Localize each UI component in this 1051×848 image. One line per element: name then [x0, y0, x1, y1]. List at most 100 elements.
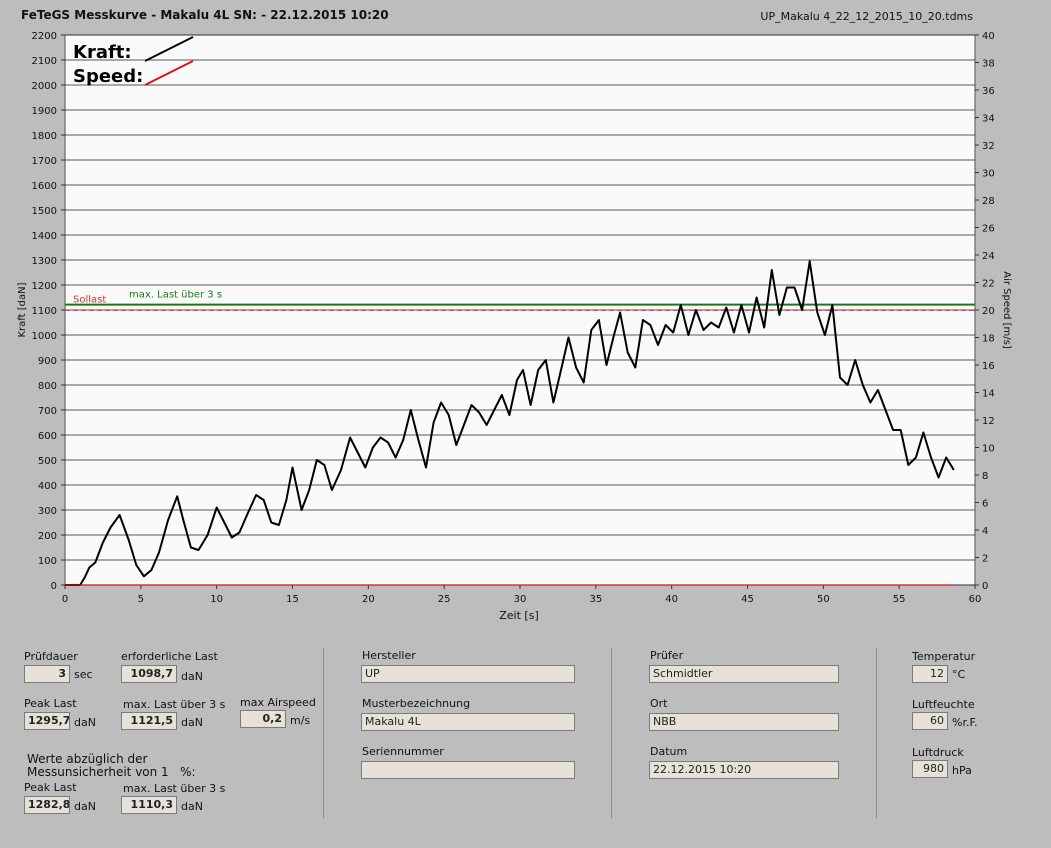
ort-field: NBB [649, 713, 839, 731]
luftdruck-value: 980 [912, 760, 948, 778]
x-tick-label: 25 [438, 594, 451, 605]
y2-tick-label: 18 [982, 334, 995, 345]
peak-last-corrected-value: 1282,8 [24, 796, 70, 814]
max-last-corrected-label: max. Last über 3 s [123, 782, 226, 795]
y2-tick-label: 40 [982, 31, 995, 42]
x-tick-label: 55 [893, 594, 906, 605]
temperatur-value: 12 [912, 665, 948, 683]
pruefdauer-value: 3 [24, 665, 70, 683]
pruefdauer-unit: sec [74, 668, 93, 681]
musterbezeichnung-field: Makalu 4L [361, 713, 575, 731]
x-tick-label: 40 [665, 594, 678, 605]
peak-last-unit: daN [74, 716, 96, 729]
uncertainty-note: Werte abzüglich der Messunsicherheit von… [27, 752, 196, 779]
datum-label: Datum [650, 745, 688, 758]
x-tick-label: 15 [286, 594, 299, 605]
y-tick-label: 1500 [32, 206, 57, 217]
y2-tick-label: 2 [982, 554, 988, 565]
y-tick-label: 1100 [32, 306, 57, 317]
y2-tick-label: 12 [982, 416, 995, 427]
y-tick-label: 1400 [32, 231, 57, 242]
y-axis-ticks: 0 100 200 300 400 500 600 700 800 900 1000 1100 1200… [32, 31, 65, 592]
max-last-corrected-unit: daN [181, 800, 203, 813]
x-tick-label: 50 [817, 594, 830, 605]
x-tick-label: 5 [138, 594, 144, 605]
y2-tick-label: 28 [982, 196, 995, 207]
erforderliche-last-unit: daN [181, 670, 203, 683]
max-last-label: max. Last über 3 s [123, 698, 226, 711]
y-tick-label: 1900 [32, 106, 57, 117]
max-last-corrected-value: 1110,3 [121, 796, 177, 814]
y-tick-label: 1000 [32, 331, 57, 342]
y2-tick-label: 16 [982, 361, 995, 372]
legend-label-1: Speed: [73, 66, 143, 87]
y-tick-label: 300 [38, 506, 57, 517]
x-tick-label: 10 [210, 594, 223, 605]
y2-tick-label: 26 [982, 224, 995, 235]
temperatur-unit: °C [952, 668, 966, 681]
max-last-label: max. Last über 3 s [129, 290, 222, 301]
datum-field: 22.12.2015 10:20 [649, 761, 839, 779]
y-tick-label: 0 [51, 581, 57, 592]
max-airspeed-value: 0,2 [240, 710, 286, 728]
x-axis-label: Zeit [s] [499, 609, 538, 622]
y-tick-label: 900 [38, 356, 57, 367]
hersteller-field: UP [361, 665, 575, 683]
musterbezeichnung-label: Musterbezeichnung [362, 697, 471, 710]
y-tick-label: 1800 [32, 131, 57, 142]
luftfeuchte-value: 60 [912, 712, 948, 730]
pruefer-label: Prüfer [650, 649, 684, 662]
y2-tick-label: 32 [982, 141, 995, 152]
y-tick-label: 1200 [32, 281, 57, 292]
y2-tick-label: 6 [982, 499, 988, 510]
y2-axis-label: Air Speed [m/s] [1001, 271, 1012, 349]
y-tick-label: 1600 [32, 181, 57, 192]
y-tick-label: 700 [38, 406, 57, 417]
max-last-value: 1121,5 [121, 712, 177, 730]
temperatur-label: Temperatur [912, 650, 976, 663]
y-tick-label: 2100 [32, 56, 57, 67]
y-tick-label: 1300 [32, 256, 57, 267]
y-tick-label: 100 [38, 556, 57, 567]
x-tick-label: 45 [741, 594, 754, 605]
x-tick-label: 30 [514, 594, 527, 605]
y-tick-label: 600 [38, 431, 57, 442]
y-tick-label: 1700 [32, 156, 57, 167]
pruefdauer-label: Prüfdauer [24, 650, 78, 663]
y-tick-label: 2200 [32, 31, 57, 42]
y2-tick-label: 38 [982, 59, 995, 70]
y2-axis-ticks: 0246810121416182022242628303234363840 [975, 31, 995, 592]
peak-last-value: 1295,7 [24, 712, 70, 730]
y-tick-label: 200 [38, 531, 57, 542]
y2-tick-label: 36 [982, 86, 995, 97]
pruefer-field: Schmidtler [649, 665, 839, 683]
x-tick-label: 60 [969, 594, 982, 605]
y-tick-label: 500 [38, 456, 57, 467]
y-tick-label: 400 [38, 481, 57, 492]
separator-2 [611, 648, 612, 818]
max-airspeed-unit: m/s [290, 714, 311, 727]
luftdruck-label: Luftdruck [912, 746, 964, 759]
peak-last-corrected-unit: daN [74, 800, 96, 813]
y2-tick-label: 34 [982, 114, 995, 125]
luftfeuchte-label: Luftfeuchte [912, 698, 975, 711]
erforderliche-last-value: 1098,7 [121, 665, 177, 683]
separator-1 [323, 648, 324, 818]
y2-tick-label: 20 [982, 306, 995, 317]
y2-tick-label: 22 [982, 279, 995, 290]
separator-3 [876, 648, 877, 818]
y-axis-label: Kraft [daN] [17, 282, 28, 337]
luftdruck-unit: hPa [952, 764, 972, 777]
y2-tick-label: 24 [982, 251, 995, 262]
erforderliche-last-label: erforderliche Last [121, 650, 218, 663]
x-tick-label: 35 [589, 594, 602, 605]
peak-last-corrected-label: Peak Last [24, 781, 77, 794]
max-airspeed-label: max Airspeed [240, 696, 316, 709]
y-tick-label: 2000 [32, 81, 57, 92]
y2-tick-label: 14 [982, 389, 995, 400]
peak-last-label: Peak Last [24, 697, 77, 710]
y2-tick-label: 0 [982, 581, 988, 592]
ort-label: Ort [650, 697, 668, 710]
y-tick-label: 800 [38, 381, 57, 392]
force-speed-chart: 0100200300400500600700800900100011001200… [17, 31, 1012, 622]
